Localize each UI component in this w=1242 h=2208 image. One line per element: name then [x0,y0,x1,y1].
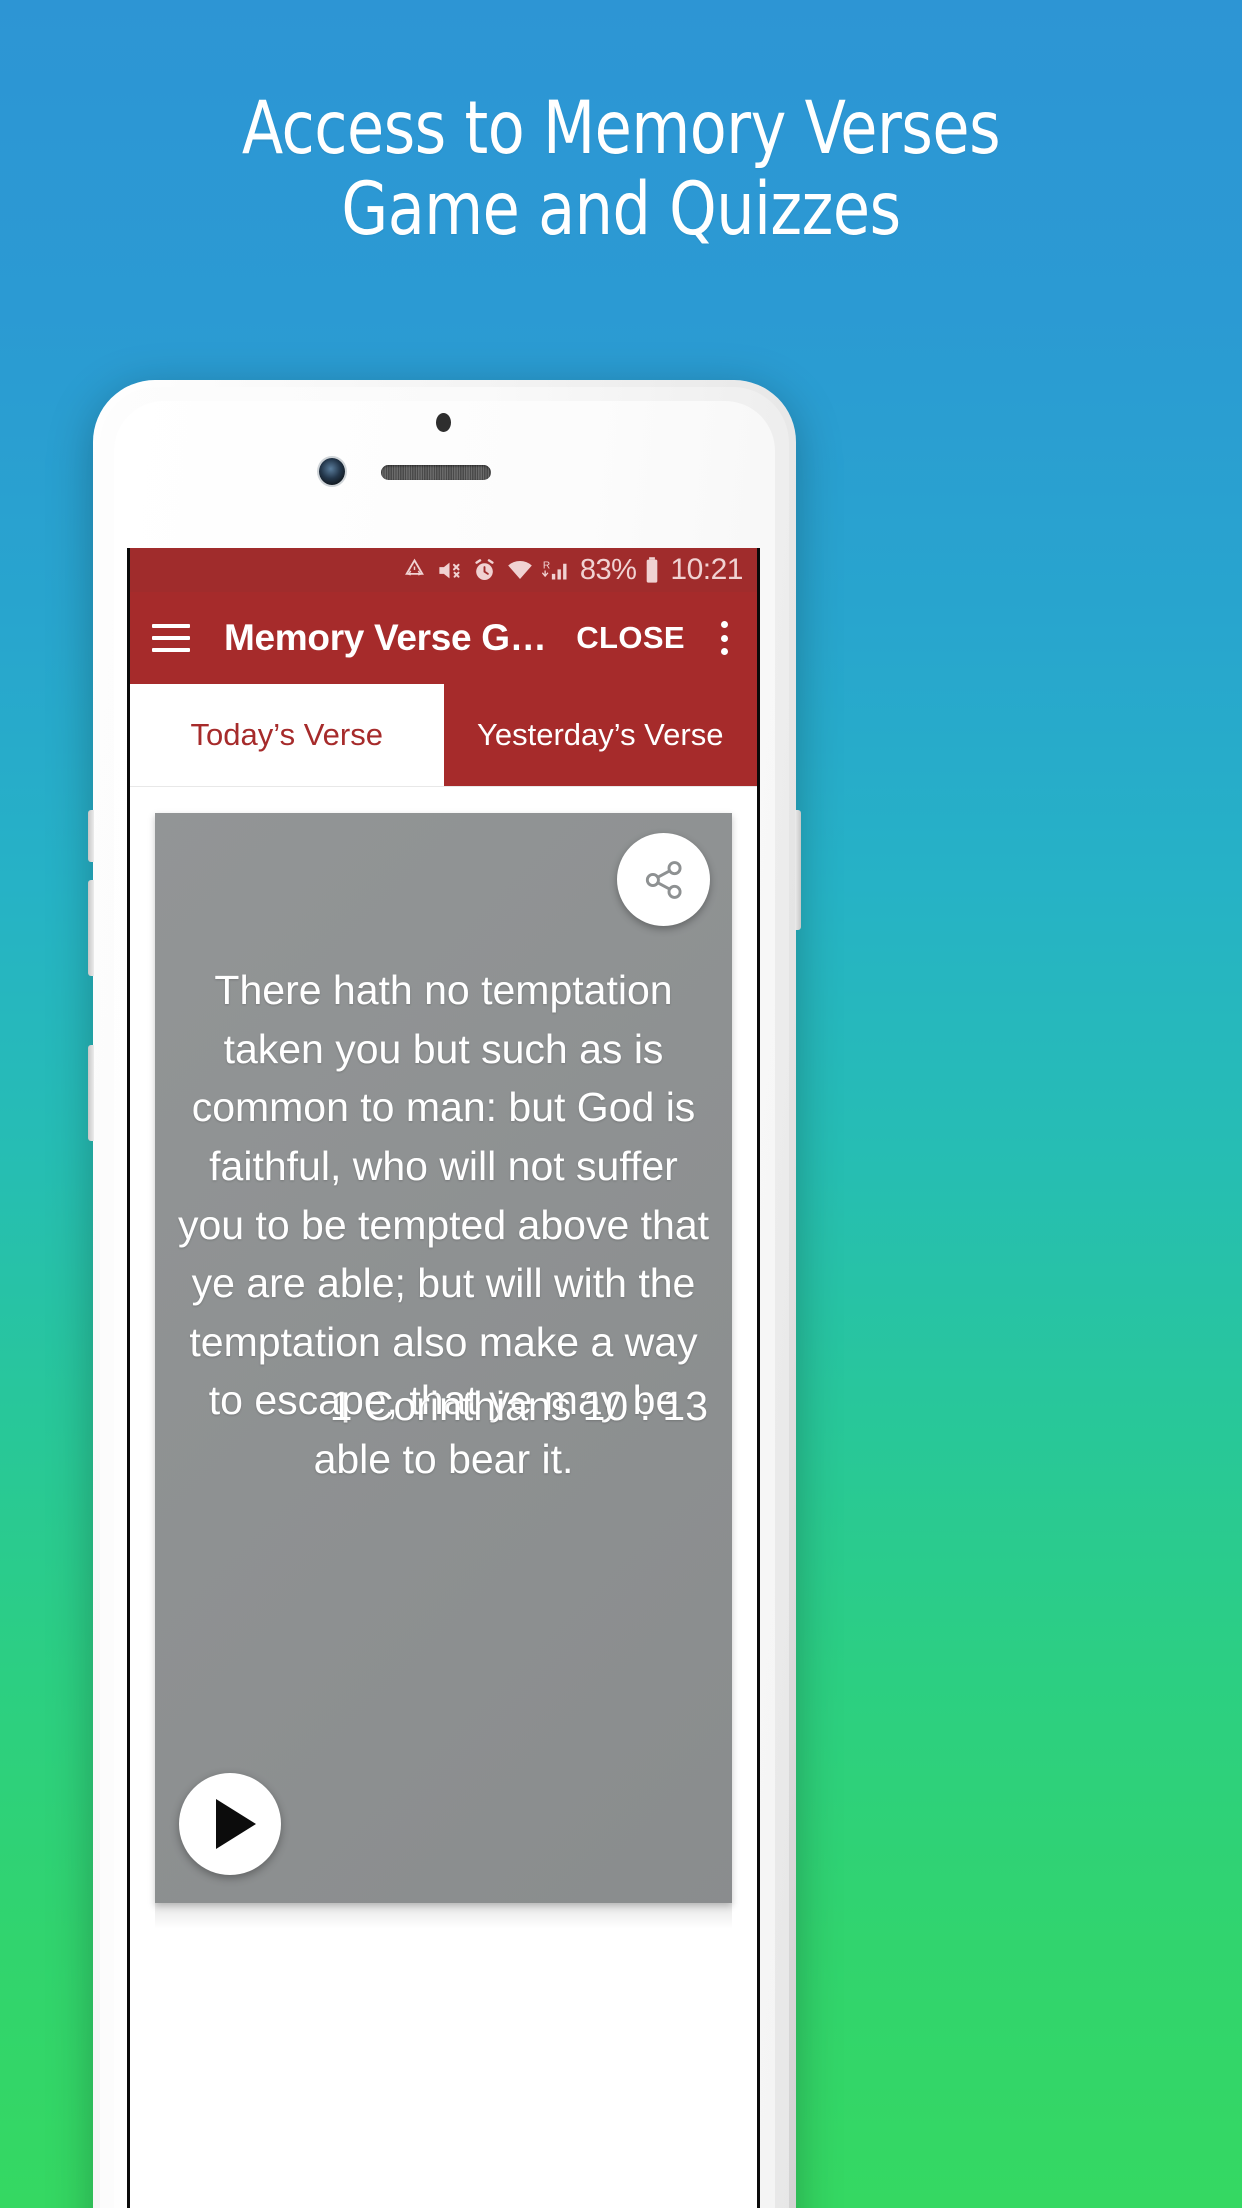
status-bar-clock: 10:21 [670,553,743,586]
power-button[interactable] [88,810,94,862]
svg-text:R: R [543,560,550,571]
side-button-right[interactable] [795,810,801,930]
phone-mockup: R 83% 10:21 Memory Verse G… CLOSE Today’… [88,380,801,2208]
tab-yesterdays-verse[interactable]: Yesterday’s Verse [443,684,757,786]
earpiece-speaker-icon [381,465,491,480]
hamburger-menu-icon[interactable] [152,624,190,652]
wifi-icon [505,557,535,584]
verse-tabs: Today’s Verse Yesterday’s Verse [130,684,757,787]
headline-line-1: Access to Memory Verses [241,86,1001,171]
verse-reference: 1 Corinthians 10 : 13 [329,1383,708,1429]
page-title: Memory Verse G… [224,617,547,658]
proximity-sensor-icon [436,413,451,432]
headline-line-2: Game and Quizzes [341,167,901,252]
volume-up-button[interactable] [88,880,94,976]
alarm-icon [471,557,498,584]
share-icon [645,860,682,899]
card-shadow [155,1903,732,1929]
share-button[interactable] [617,833,710,926]
screen-bottom-area [130,1929,757,2009]
tab-todays-verse[interactable]: Today’s Verse [130,684,444,786]
volume-down-button[interactable] [88,1045,94,1141]
verse-card-container: There hath no temptation taken you but s… [130,787,757,1929]
status-bar: R 83% 10:21 [130,548,757,592]
front-camera-icon [319,458,345,485]
app-bar: Memory Verse G… CLOSE [130,592,757,684]
mute-icon [435,557,464,584]
verse-card: There hath no temptation taken you but s… [155,813,732,1903]
sync-recycle-icon [401,557,428,584]
phone-screen: R 83% 10:21 Memory Verse G… CLOSE Today’… [127,548,760,2208]
cellular-signal-roaming-icon: R [541,557,573,584]
kebab-menu-icon[interactable] [709,621,739,655]
play-icon [216,1799,256,1849]
battery-icon [643,556,661,585]
battery-percent-label: 83% [579,553,637,586]
close-button[interactable]: CLOSE [576,620,685,656]
promo-headline: Access to Memory Verses Game and Quizzes [50,88,1193,250]
promo-banner: Access to Memory Verses Game and Quizzes [0,0,1242,2208]
play-button[interactable] [179,1773,281,1875]
